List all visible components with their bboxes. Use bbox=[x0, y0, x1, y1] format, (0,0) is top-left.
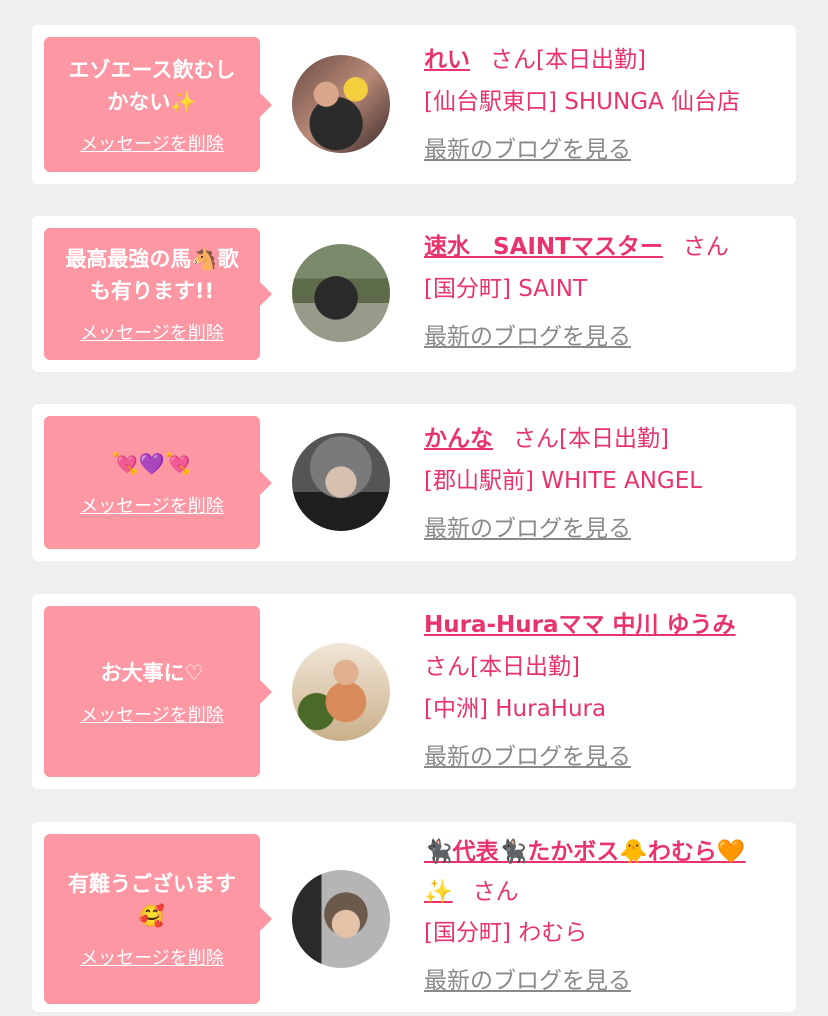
message-bubble: エゾエース飲むし かない✨ メッセージを削除 bbox=[44, 37, 272, 172]
message-text: 最高最強の馬🐴歌 も有ります!! bbox=[65, 247, 239, 303]
shop-name: [中洲] HuraHura bbox=[424, 696, 607, 722]
message-bubble: 最高最強の馬🐴歌 も有ります!! メッセージを削除 bbox=[44, 228, 272, 360]
delete-message-link[interactable]: メッセージを削除 bbox=[80, 130, 224, 156]
shop-name: [国分町] わむら bbox=[424, 920, 588, 946]
work-status: [本日出勤] bbox=[470, 654, 580, 680]
message-bubble: 有難うございます 🥰 メッセージを削除 bbox=[44, 834, 272, 1004]
avatar[interactable] bbox=[292, 244, 390, 342]
avatar[interactable] bbox=[292, 870, 390, 968]
host-name-link[interactable]: Hura-Huraママ 中川 ゆうみ bbox=[424, 612, 736, 638]
shop-name: [郡山駅前] WHITE ANGEL bbox=[424, 468, 703, 494]
message-bubble: お大事に♡ メッセージを削除 bbox=[44, 606, 272, 777]
avatar[interactable] bbox=[292, 55, 390, 153]
honorific: さん bbox=[424, 654, 470, 680]
latest-blog-link[interactable]: 最新のブログを見る bbox=[424, 508, 631, 550]
delete-message-link[interactable]: メッセージを削除 bbox=[80, 944, 224, 970]
delete-message-link[interactable]: メッセージを削除 bbox=[80, 319, 224, 345]
message-text: 💘💜💘 bbox=[112, 451, 192, 476]
host-name-link[interactable]: れい bbox=[424, 47, 470, 73]
avatar[interactable] bbox=[292, 643, 390, 741]
honorific: さん bbox=[682, 234, 729, 260]
host-info: れい さん[本日出勤] [仙台駅東口] SHUNGA 仙台店 最新のブログを見る bbox=[424, 39, 784, 171]
host-info: かんな さん[本日出勤] [郡山駅前] WHITE ANGEL 最新のブログを見る bbox=[424, 418, 784, 550]
latest-blog-link[interactable]: 最新のブログを見る bbox=[424, 736, 631, 778]
honorific: さん bbox=[513, 426, 559, 452]
message-card: 💘💜💘 メッセージを削除 かんな さん[本日出勤] [郡山駅前] WHITE AN… bbox=[32, 404, 796, 561]
honorific: さん bbox=[472, 879, 519, 905]
work-status: [本日出勤] bbox=[559, 426, 669, 452]
shop-name: [仙台駅東口] SHUNGA 仙台店 bbox=[424, 89, 741, 115]
latest-blog-link[interactable]: 最新のブログを見る bbox=[424, 960, 631, 1002]
message-card: 有難うございます 🥰 メッセージを削除 🐈‍⬛代表🐈‍⬛たかボス🐥わむら🧡✨ さん… bbox=[32, 822, 796, 1012]
delete-message-link[interactable]: メッセージを削除 bbox=[80, 701, 224, 727]
message-card: お大事に♡ メッセージを削除 Hura-Huraママ 中川 ゆうみ さん[本日出… bbox=[32, 594, 796, 789]
host-name-link[interactable]: かんな bbox=[424, 426, 493, 452]
message-text: エゾエース飲むし かない✨ bbox=[68, 57, 236, 114]
latest-blog-link[interactable]: 最新のブログを見る bbox=[424, 316, 631, 358]
message-text: 有難うございます 🥰 bbox=[68, 872, 236, 928]
host-info: 速水 SAINTマスター さん [国分町] SAINT 最新のブログを見る bbox=[424, 226, 784, 358]
avatar[interactable] bbox=[292, 433, 390, 531]
message-card: 最高最強の馬🐴歌 も有ります!! メッセージを削除 速水 SAINTマスター さん… bbox=[32, 216, 796, 372]
host-info: 🐈‍⬛代表🐈‍⬛たかボス🐥わむら🧡✨ さん [国分町] わむら 最新のブログを見る bbox=[424, 832, 774, 1002]
shop-name: [国分町] SAINT bbox=[424, 276, 588, 302]
message-card: エゾエース飲むし かない✨ メッセージを削除 れい さん[本日出勤] [仙台駅東口… bbox=[32, 25, 796, 184]
work-status: [本日出勤] bbox=[536, 47, 646, 73]
latest-blog-link[interactable]: 最新のブログを見る bbox=[424, 129, 631, 171]
delete-message-link[interactable]: メッセージを削除 bbox=[80, 492, 224, 518]
honorific: さん bbox=[490, 47, 536, 73]
message-bubble: 💘💜💘 メッセージを削除 bbox=[44, 416, 272, 549]
message-text: お大事に♡ bbox=[100, 660, 204, 685]
host-name-link[interactable]: 速水 SAINTマスター bbox=[424, 234, 663, 260]
host-info: Hura-Huraママ 中川 ゆうみ さん[本日出勤] [中洲] HuraHur… bbox=[424, 604, 784, 778]
